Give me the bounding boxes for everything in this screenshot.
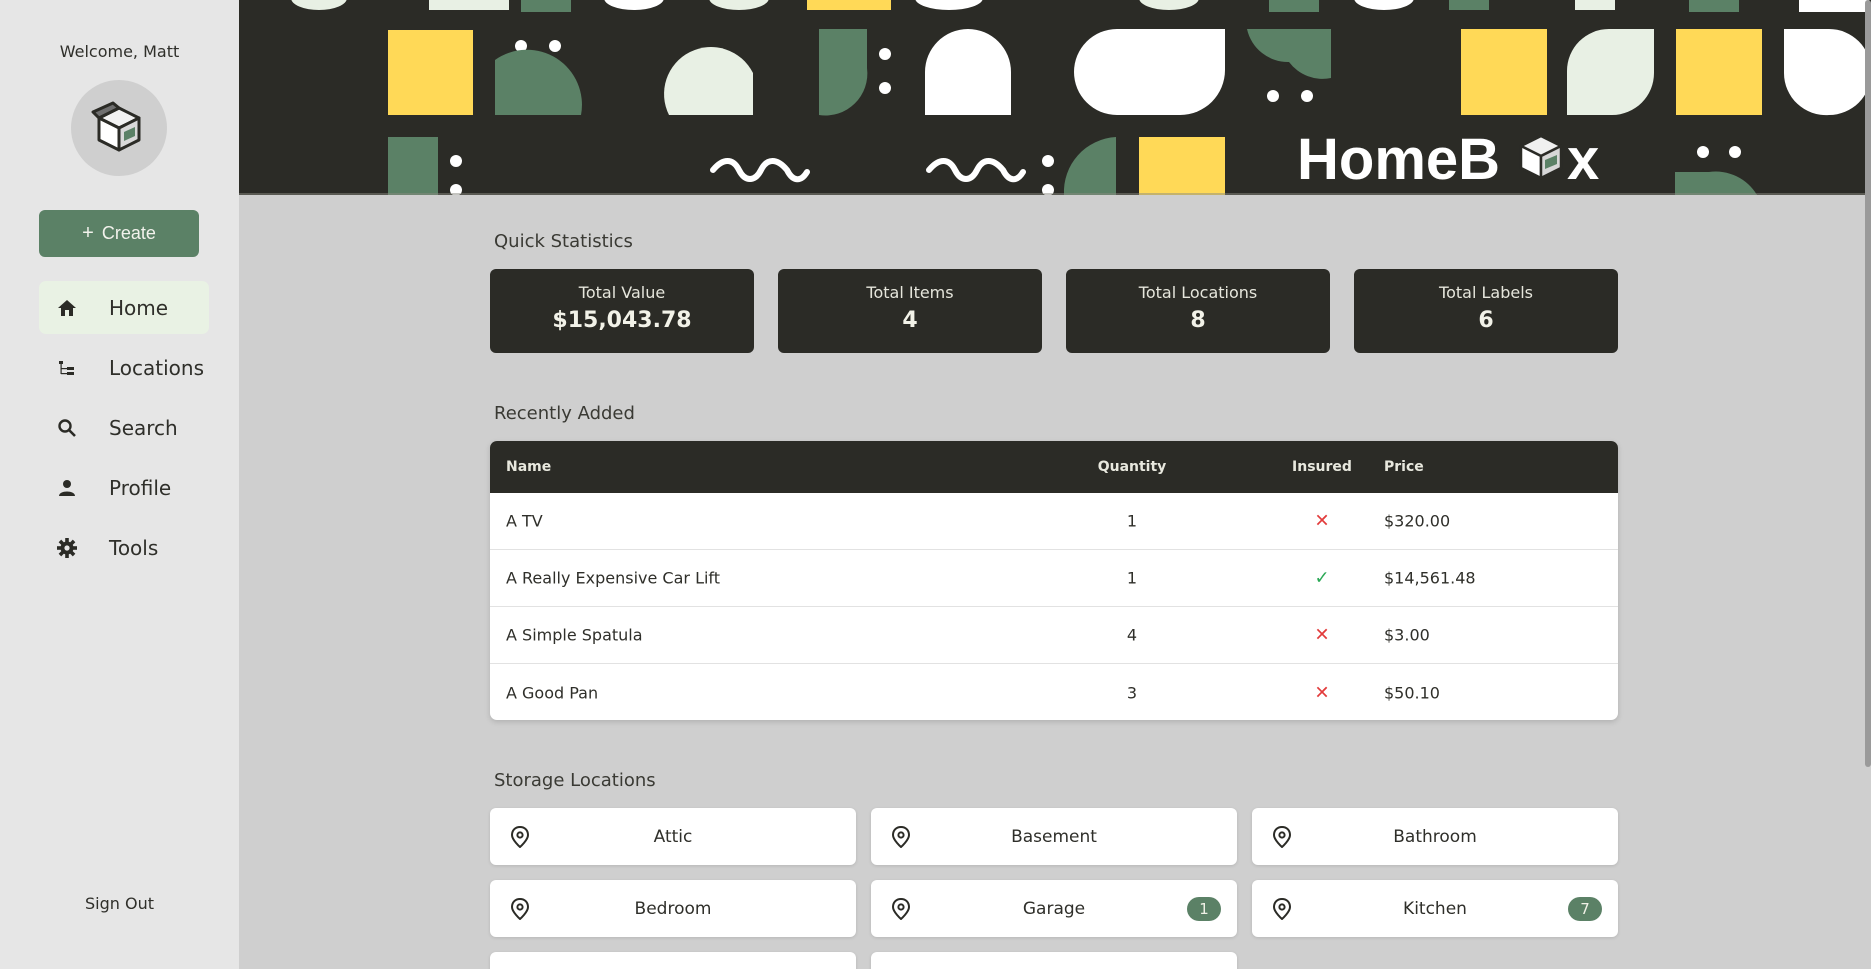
- stat-value: $15,043.78: [552, 308, 692, 333]
- sidebar-item-label: Locations: [109, 355, 205, 380]
- stat-label: Total Labels: [1439, 283, 1533, 302]
- create-button[interactable]: + Create: [39, 210, 199, 257]
- sidebar-item-label: Tools: [109, 535, 159, 560]
- location-name: Basement: [1011, 826, 1097, 847]
- sign-out-link[interactable]: Sign Out: [0, 894, 239, 913]
- avatar[interactable]: [71, 80, 167, 176]
- sidebar-nav: Home Locations Search Profile Tools: [39, 281, 209, 581]
- stat-label: Total Value: [578, 283, 666, 302]
- location-name: Attic: [653, 826, 693, 847]
- home-icon: [55, 296, 79, 320]
- table-row[interactable]: A Simple Spatula 4 ✕ $3.00: [490, 607, 1618, 664]
- not-insured-icon: ✕: [1314, 624, 1330, 646]
- table-row[interactable]: A Good Pan 3 ✕ $50.10: [490, 664, 1618, 720]
- main-content: Quick Statistics Total Value $15,043.78 …: [239, 195, 1871, 969]
- location-card-kitchen[interactable]: Kitchen 7: [1252, 880, 1618, 937]
- column-header-quantity[interactable]: Quantity: [1072, 459, 1192, 475]
- recently-added-title: Recently Added: [494, 403, 635, 424]
- box-logo-icon: [91, 101, 141, 152]
- insured-check-icon: ✓: [1314, 567, 1330, 589]
- quick-statistics-title: Quick Statistics: [494, 231, 633, 252]
- stat-total-items: Total Items 4: [778, 269, 1042, 353]
- banner-pattern: HomeB x: [239, 0, 1871, 195]
- location-card-bathroom[interactable]: Bathroom: [1252, 808, 1618, 865]
- table-row[interactable]: A TV 1 ✕ $320.00: [490, 493, 1618, 550]
- app-root: Welcome, Matt + Create Home Locations Se…: [0, 0, 1871, 969]
- column-header-name[interactable]: Name: [506, 459, 551, 475]
- page-scrollbar[interactable]: [1865, 0, 1871, 767]
- stat-label: Total Locations: [1138, 283, 1258, 302]
- sidebar-item-locations[interactable]: Locations: [39, 341, 209, 394]
- recent-items-table: Name Quantity Insured Price A TV 1 ✕ $32…: [490, 441, 1618, 720]
- sidebar-item-label: Profile: [109, 475, 172, 500]
- sidebar-item-home[interactable]: Home: [39, 281, 209, 334]
- stats-row: Total Value $15,043.78 Total Items 4 Tot…: [490, 269, 1618, 353]
- item-name: A Simple Spatula: [506, 625, 643, 645]
- plus-icon: +: [82, 222, 94, 244]
- homebox-logo-text: HomeB: [1297, 127, 1500, 192]
- location-name: Kitchen: [1403, 898, 1467, 919]
- location-card-partial[interactable]: [490, 952, 856, 969]
- stat-total-locations: Total Locations 8: [1066, 269, 1330, 353]
- location-card-attic[interactable]: Attic: [490, 808, 856, 865]
- gear-icon: [55, 536, 79, 560]
- sidebar-item-label: Home: [109, 295, 169, 320]
- search-icon: [55, 416, 79, 440]
- item-price: $14,561.48: [1384, 568, 1476, 588]
- create-button-label: Create: [101, 223, 156, 243]
- sidebar-item-profile[interactable]: Profile: [39, 461, 209, 514]
- person-icon: [55, 476, 79, 500]
- table-row[interactable]: A Really Expensive Car Lift 1 ✓ $14,561.…: [490, 550, 1618, 607]
- column-header-insured[interactable]: Insured: [1262, 459, 1382, 475]
- stat-label: Total Items: [866, 283, 954, 302]
- location-card-bedroom[interactable]: Bedroom: [490, 880, 856, 937]
- sidebar-item-tools[interactable]: Tools: [39, 521, 209, 574]
- welcome-text: Welcome, Matt: [59, 42, 180, 61]
- stat-total-value: Total Value $15,043.78: [490, 269, 754, 353]
- item-name: A TV: [506, 511, 543, 531]
- item-count-badge: 7: [1568, 897, 1602, 921]
- column-header-price[interactable]: Price: [1384, 459, 1424, 475]
- hero-banner: HomeB x: [239, 0, 1871, 195]
- item-quantity: 1: [1126, 511, 1138, 531]
- location-card-garage[interactable]: Garage 1: [871, 880, 1237, 937]
- location-card-partial[interactable]: [871, 952, 1237, 969]
- not-insured-icon: ✕: [1314, 510, 1330, 532]
- location-card-basement[interactable]: Basement: [871, 808, 1237, 865]
- table-header: Name Quantity Insured Price: [490, 441, 1618, 493]
- tree-icon: [55, 356, 79, 380]
- location-name: Garage: [1022, 898, 1086, 919]
- item-price: $3.00: [1384, 625, 1430, 645]
- item-quantity: 3: [1126, 683, 1138, 702]
- item-quantity: 4: [1126, 625, 1138, 645]
- sidebar-item-search[interactable]: Search: [39, 401, 209, 454]
- item-name: A Really Expensive Car Lift: [506, 568, 721, 588]
- sidebar: Welcome, Matt + Create Home Locations Se…: [0, 0, 239, 969]
- storage-locations-title: Storage Locations: [494, 770, 656, 791]
- stat-value: 6: [1478, 308, 1494, 333]
- location-name: Bathroom: [1393, 826, 1477, 847]
- item-quantity: 1: [1126, 568, 1138, 588]
- item-count-badge: 1: [1187, 897, 1221, 921]
- sidebar-item-label: Search: [109, 415, 178, 440]
- stat-total-labels: Total Labels 6: [1354, 269, 1618, 353]
- stat-value: 4: [902, 308, 918, 333]
- not-insured-icon: ✕: [1314, 682, 1330, 703]
- item-name: A Good Pan: [506, 683, 599, 702]
- homebox-logo: HomeB x: [1297, 127, 1599, 192]
- stat-value: 8: [1190, 308, 1206, 333]
- item-price: $50.10: [1384, 683, 1440, 702]
- location-name: Bedroom: [634, 898, 712, 919]
- svg-text:x: x: [1567, 127, 1599, 192]
- item-price: $320.00: [1384, 511, 1451, 531]
